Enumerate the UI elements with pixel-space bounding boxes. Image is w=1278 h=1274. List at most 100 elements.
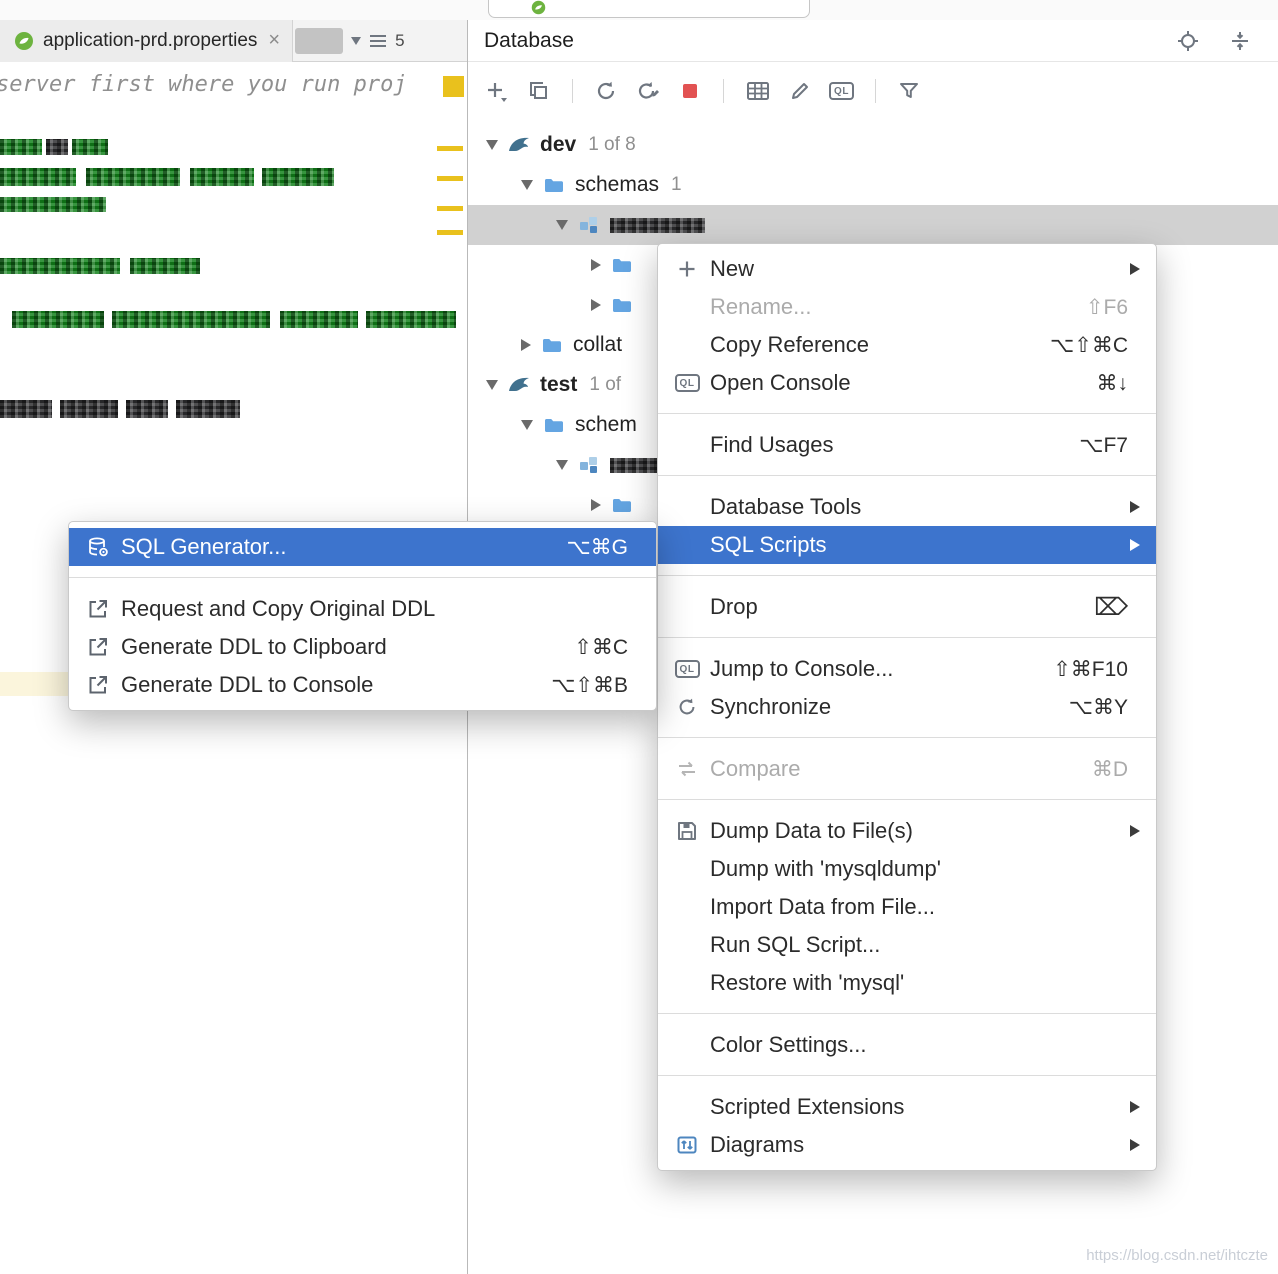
export-icon — [83, 598, 113, 620]
tree-item-schemas[interactable]: schemas 1 — [468, 165, 1278, 205]
menu-item-database-tools[interactable]: Database Tools — [658, 488, 1156, 526]
menu-item-import-data-from-file[interactable]: Import Data from File... — [658, 888, 1156, 926]
menu-item-copy-reference[interactable]: Copy Reference ⌥⇧⌘C — [658, 326, 1156, 364]
run-config-pill[interactable] — [488, 0, 810, 18]
redacted-text — [12, 311, 104, 328]
redacted-text — [0, 258, 120, 274]
menu-label: Database Tools — [710, 494, 861, 520]
redacted-text — [46, 139, 68, 155]
export-icon — [83, 636, 113, 658]
chevron-right-icon[interactable] — [591, 259, 601, 271]
menu-item-diagrams[interactable]: Diagrams — [658, 1126, 1156, 1164]
tree-meta: 1 of — [589, 374, 621, 396]
error-stripe-mark[interactable] — [437, 176, 463, 181]
menu-item-open-console[interactable]: QL Open Console ⌘↓ — [658, 364, 1156, 402]
redacted-text — [112, 311, 270, 328]
spring-boot-icon — [14, 31, 34, 51]
error-stripe-mark[interactable] — [437, 230, 463, 235]
menu-label: Compare — [710, 756, 800, 782]
sync-icon — [672, 696, 702, 718]
redacted-text — [0, 168, 76, 186]
spring-boot-icon — [531, 0, 546, 15]
tabs-dropdown-icon[interactable] — [351, 37, 361, 45]
filter-icon[interactable] — [897, 79, 921, 103]
menu-item-jump-to-console[interactable]: QL Jump to Console... ⇧⌘F10 — [658, 650, 1156, 688]
menu-item-synchronize[interactable]: Synchronize ⌥⌘Y — [658, 688, 1156, 726]
menu-separator — [658, 799, 1156, 800]
table-data-icon[interactable] — [745, 79, 771, 103]
open-tabs-count: 5 — [395, 31, 404, 51]
chevron-down-icon[interactable] — [486, 380, 498, 390]
sql-scripts-submenu: SQL Generator... ⌥⌘G Request and Copy Or… — [68, 521, 657, 711]
chevron-down-icon[interactable] — [556, 220, 568, 230]
collapse-icon[interactable] — [1228, 29, 1252, 53]
duplicate-icon[interactable] — [527, 79, 551, 103]
close-tab-icon[interactable]: × — [268, 29, 280, 52]
menu-separator — [69, 577, 656, 578]
menu-label: Restore with 'mysql' — [710, 970, 904, 996]
menu-shortcut: ⌥F7 — [1079, 433, 1128, 458]
delete-key-icon: ⌦ — [1094, 593, 1128, 622]
editor-tab[interactable]: application-prd.properties × — [0, 20, 293, 62]
add-icon[interactable] — [484, 79, 510, 103]
menu-separator — [658, 1013, 1156, 1014]
locate-icon[interactable] — [1176, 29, 1200, 53]
console-icon[interactable]: QL — [829, 82, 854, 100]
chevron-down-icon[interactable] — [521, 420, 533, 430]
error-stripe-mark[interactable] — [443, 76, 464, 97]
menu-item-generate-ddl-to-console[interactable]: Generate DDL to Console ⌥⇧⌘B — [69, 666, 656, 704]
plus-icon — [672, 258, 702, 280]
chevron-right-icon[interactable] — [591, 299, 601, 311]
menu-label: Color Settings... — [710, 1032, 867, 1058]
menu-label: Find Usages — [710, 432, 834, 458]
menu-item-color-settings[interactable]: Color Settings... — [658, 1026, 1156, 1064]
menu-item-sql-generator[interactable]: SQL Generator... ⌥⌘G — [69, 528, 656, 566]
tab-list-icon[interactable] — [368, 33, 388, 49]
menu-item-request-copy-original-ddl[interactable]: Request and Copy Original DDL — [69, 590, 656, 628]
menu-label: Generate DDL to Console — [121, 672, 373, 698]
tree-item-schema-selected[interactable] — [468, 205, 1278, 245]
stop-icon[interactable] — [678, 79, 702, 103]
mysql-dolphin-icon — [506, 374, 532, 396]
export-icon — [83, 674, 113, 696]
sync-ddl-icon[interactable] — [635, 79, 661, 103]
folder-icon — [609, 255, 635, 275]
error-stripe-mark[interactable] — [437, 206, 463, 211]
menu-separator — [658, 637, 1156, 638]
redacted-text — [280, 311, 358, 328]
submenu-arrow-icon — [1130, 1101, 1140, 1113]
chevron-right-icon[interactable] — [591, 499, 601, 511]
watermark: https://blog.csdn.net/ihtczte — [1086, 1247, 1268, 1264]
console-icon: QL — [672, 374, 702, 392]
menu-item-restore-with-mysql[interactable]: Restore with 'mysql' — [658, 964, 1156, 1002]
menu-item-sql-scripts[interactable]: SQL Scripts — [658, 526, 1156, 564]
menu-item-compare[interactable]: Compare ⌘D — [658, 750, 1156, 788]
tree-label: collat — [573, 333, 622, 357]
menu-item-drop[interactable]: Drop ⌦ — [658, 588, 1156, 626]
submenu-arrow-icon — [1130, 825, 1140, 837]
edit-icon[interactable] — [788, 79, 812, 103]
menu-item-run-sql-script[interactable]: Run SQL Script... — [658, 926, 1156, 964]
tree-item-dev[interactable]: dev 1 of 8 — [468, 125, 1278, 165]
menu-shortcut: ⌥⇧⌘C — [1050, 333, 1128, 358]
menu-item-dump-data-to-files[interactable]: Dump Data to File(s) — [658, 812, 1156, 850]
editor-tab-bar: application-prd.properties × 5 — [0, 20, 467, 62]
tab-strip-scrollbar[interactable] — [295, 28, 343, 54]
menu-item-scripted-extensions[interactable]: Scripted Extensions — [658, 1088, 1156, 1126]
chevron-down-icon[interactable] — [486, 140, 498, 150]
database-header: Database — [468, 20, 1278, 62]
menu-item-generate-ddl-to-clipboard[interactable]: Generate DDL to Clipboard ⇧⌘C — [69, 628, 656, 666]
tab-actions: 5 — [351, 31, 404, 51]
menu-item-new[interactable]: New — [658, 250, 1156, 288]
menu-item-find-usages[interactable]: Find Usages ⌥F7 — [658, 426, 1156, 464]
menu-label: Diagrams — [710, 1132, 804, 1158]
menu-item-rename[interactable]: Rename... ⇧F6 — [658, 288, 1156, 326]
chevron-down-icon[interactable] — [521, 180, 533, 190]
menu-item-dump-with-mysqldump[interactable]: Dump with 'mysqldump' — [658, 850, 1156, 888]
error-stripe-mark[interactable] — [437, 146, 463, 151]
console-icon: QL — [672, 660, 702, 678]
chevron-down-icon[interactable] — [556, 460, 568, 470]
redacted-text — [130, 258, 200, 274]
refresh-icon[interactable] — [594, 79, 618, 103]
chevron-right-icon[interactable] — [521, 339, 531, 351]
